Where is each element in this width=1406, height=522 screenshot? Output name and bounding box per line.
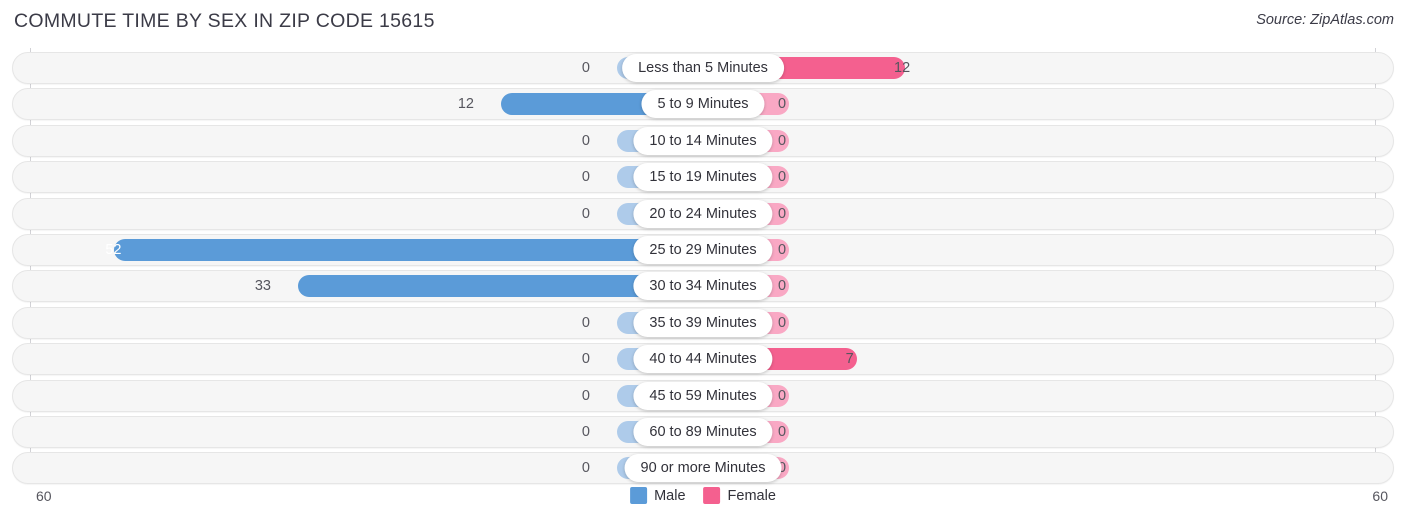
category-label[interactable]: Less than 5 Minutes <box>622 54 784 82</box>
category-label[interactable]: 25 to 29 Minutes <box>633 236 773 264</box>
category-label[interactable]: 40 to 44 Minutes <box>633 345 773 374</box>
category-label[interactable]: 90 or more Minutes <box>624 454 782 483</box>
chart-header: COMMUTE TIME BY SEX IN ZIP CODE 15615 So… <box>0 0 1406 44</box>
chart-row: 0 0 90 or more Minutes <box>12 452 1394 485</box>
bar-male[interactable] <box>114 239 703 261</box>
value-label-female: 7 <box>845 351 854 368</box>
legend-swatch-female-icon <box>703 487 721 504</box>
category-label[interactable]: 10 to 14 Minutes <box>633 126 773 155</box>
chart-row: 0 0 20 to 24 Minutes <box>12 197 1394 230</box>
value-label-male: 0 <box>581 169 590 186</box>
chart-row: 0 12 Less than 5 Minutes <box>12 52 1394 84</box>
legend-item-male[interactable]: Male <box>630 487 686 504</box>
legend-label-female: Female <box>727 487 776 504</box>
axis-tick-right: 60 <box>1372 488 1388 504</box>
chart-row: 33 0 30 to 34 Minutes <box>12 270 1394 303</box>
value-label-female: 0 <box>778 242 787 258</box>
legend-item-female[interactable]: Female <box>703 487 776 504</box>
value-label-female: 0 <box>778 278 787 295</box>
value-label-female: 0 <box>778 424 787 440</box>
value-label-male: 0 <box>581 205 590 222</box>
value-label-male: 52 <box>105 242 122 258</box>
chart-footer: 60 60 Male Female <box>0 484 1406 522</box>
value-label-male: 0 <box>581 351 590 368</box>
category-label[interactable]: 45 to 59 Minutes <box>633 381 773 410</box>
value-label-female: 0 <box>778 169 787 186</box>
value-label-male: 0 <box>581 314 590 331</box>
page-title: COMMUTE TIME BY SEX IN ZIP CODE 15615 <box>14 10 435 32</box>
value-label-female: 0 <box>778 314 787 331</box>
value-label-female: 0 <box>778 132 787 149</box>
axis-tick-left: 60 <box>36 488 52 504</box>
commute-time-chart: COMMUTE TIME BY SEX IN ZIP CODE 15615 So… <box>0 0 1406 522</box>
chart-row: 0 0 35 to 39 Minutes <box>12 306 1394 339</box>
category-label[interactable]: 30 to 34 Minutes <box>633 272 773 301</box>
legend: Male Female <box>630 487 776 504</box>
chart-row: 0 0 45 to 59 Minutes <box>12 379 1394 412</box>
value-label-female: 12 <box>894 60 911 76</box>
value-label-male: 0 <box>581 460 590 477</box>
chart-row: 12 0 5 to 9 Minutes <box>12 88 1394 121</box>
value-label-male: 12 <box>457 96 474 113</box>
chart-row: 0 0 10 to 14 Minutes <box>12 124 1394 157</box>
value-label-female: 0 <box>778 205 787 222</box>
legend-swatch-male-icon <box>630 487 648 504</box>
category-label[interactable]: 60 to 89 Minutes <box>633 418 773 446</box>
category-label[interactable]: 20 to 24 Minutes <box>633 199 773 228</box>
chart-row: 0 0 60 to 89 Minutes <box>12 416 1394 448</box>
category-label[interactable]: 35 to 39 Minutes <box>633 308 773 337</box>
plot-area: 0 12 Less than 5 Minutes 12 0 5 to 9 Minutes 0… <box>0 48 1406 485</box>
chart-row: 52 0 25 to 29 Minutes <box>12 234 1394 266</box>
value-label-male: 0 <box>581 60 590 76</box>
value-label-male: 33 <box>254 278 271 295</box>
value-label-female: 0 <box>778 387 787 404</box>
value-label-male: 0 <box>581 132 590 149</box>
category-label[interactable]: 15 to 19 Minutes <box>633 163 773 192</box>
value-label-male: 0 <box>581 424 590 440</box>
legend-label-male: Male <box>654 487 686 504</box>
category-label[interactable]: 5 to 9 Minutes <box>641 90 765 119</box>
chart-row: 0 7 40 to 44 Minutes <box>12 343 1394 376</box>
source-attribution: Source: ZipAtlas.com <box>1256 12 1394 28</box>
chart-row: 0 0 15 to 19 Minutes <box>12 161 1394 194</box>
value-label-female: 0 <box>778 96 787 113</box>
value-label-male: 0 <box>581 387 590 404</box>
